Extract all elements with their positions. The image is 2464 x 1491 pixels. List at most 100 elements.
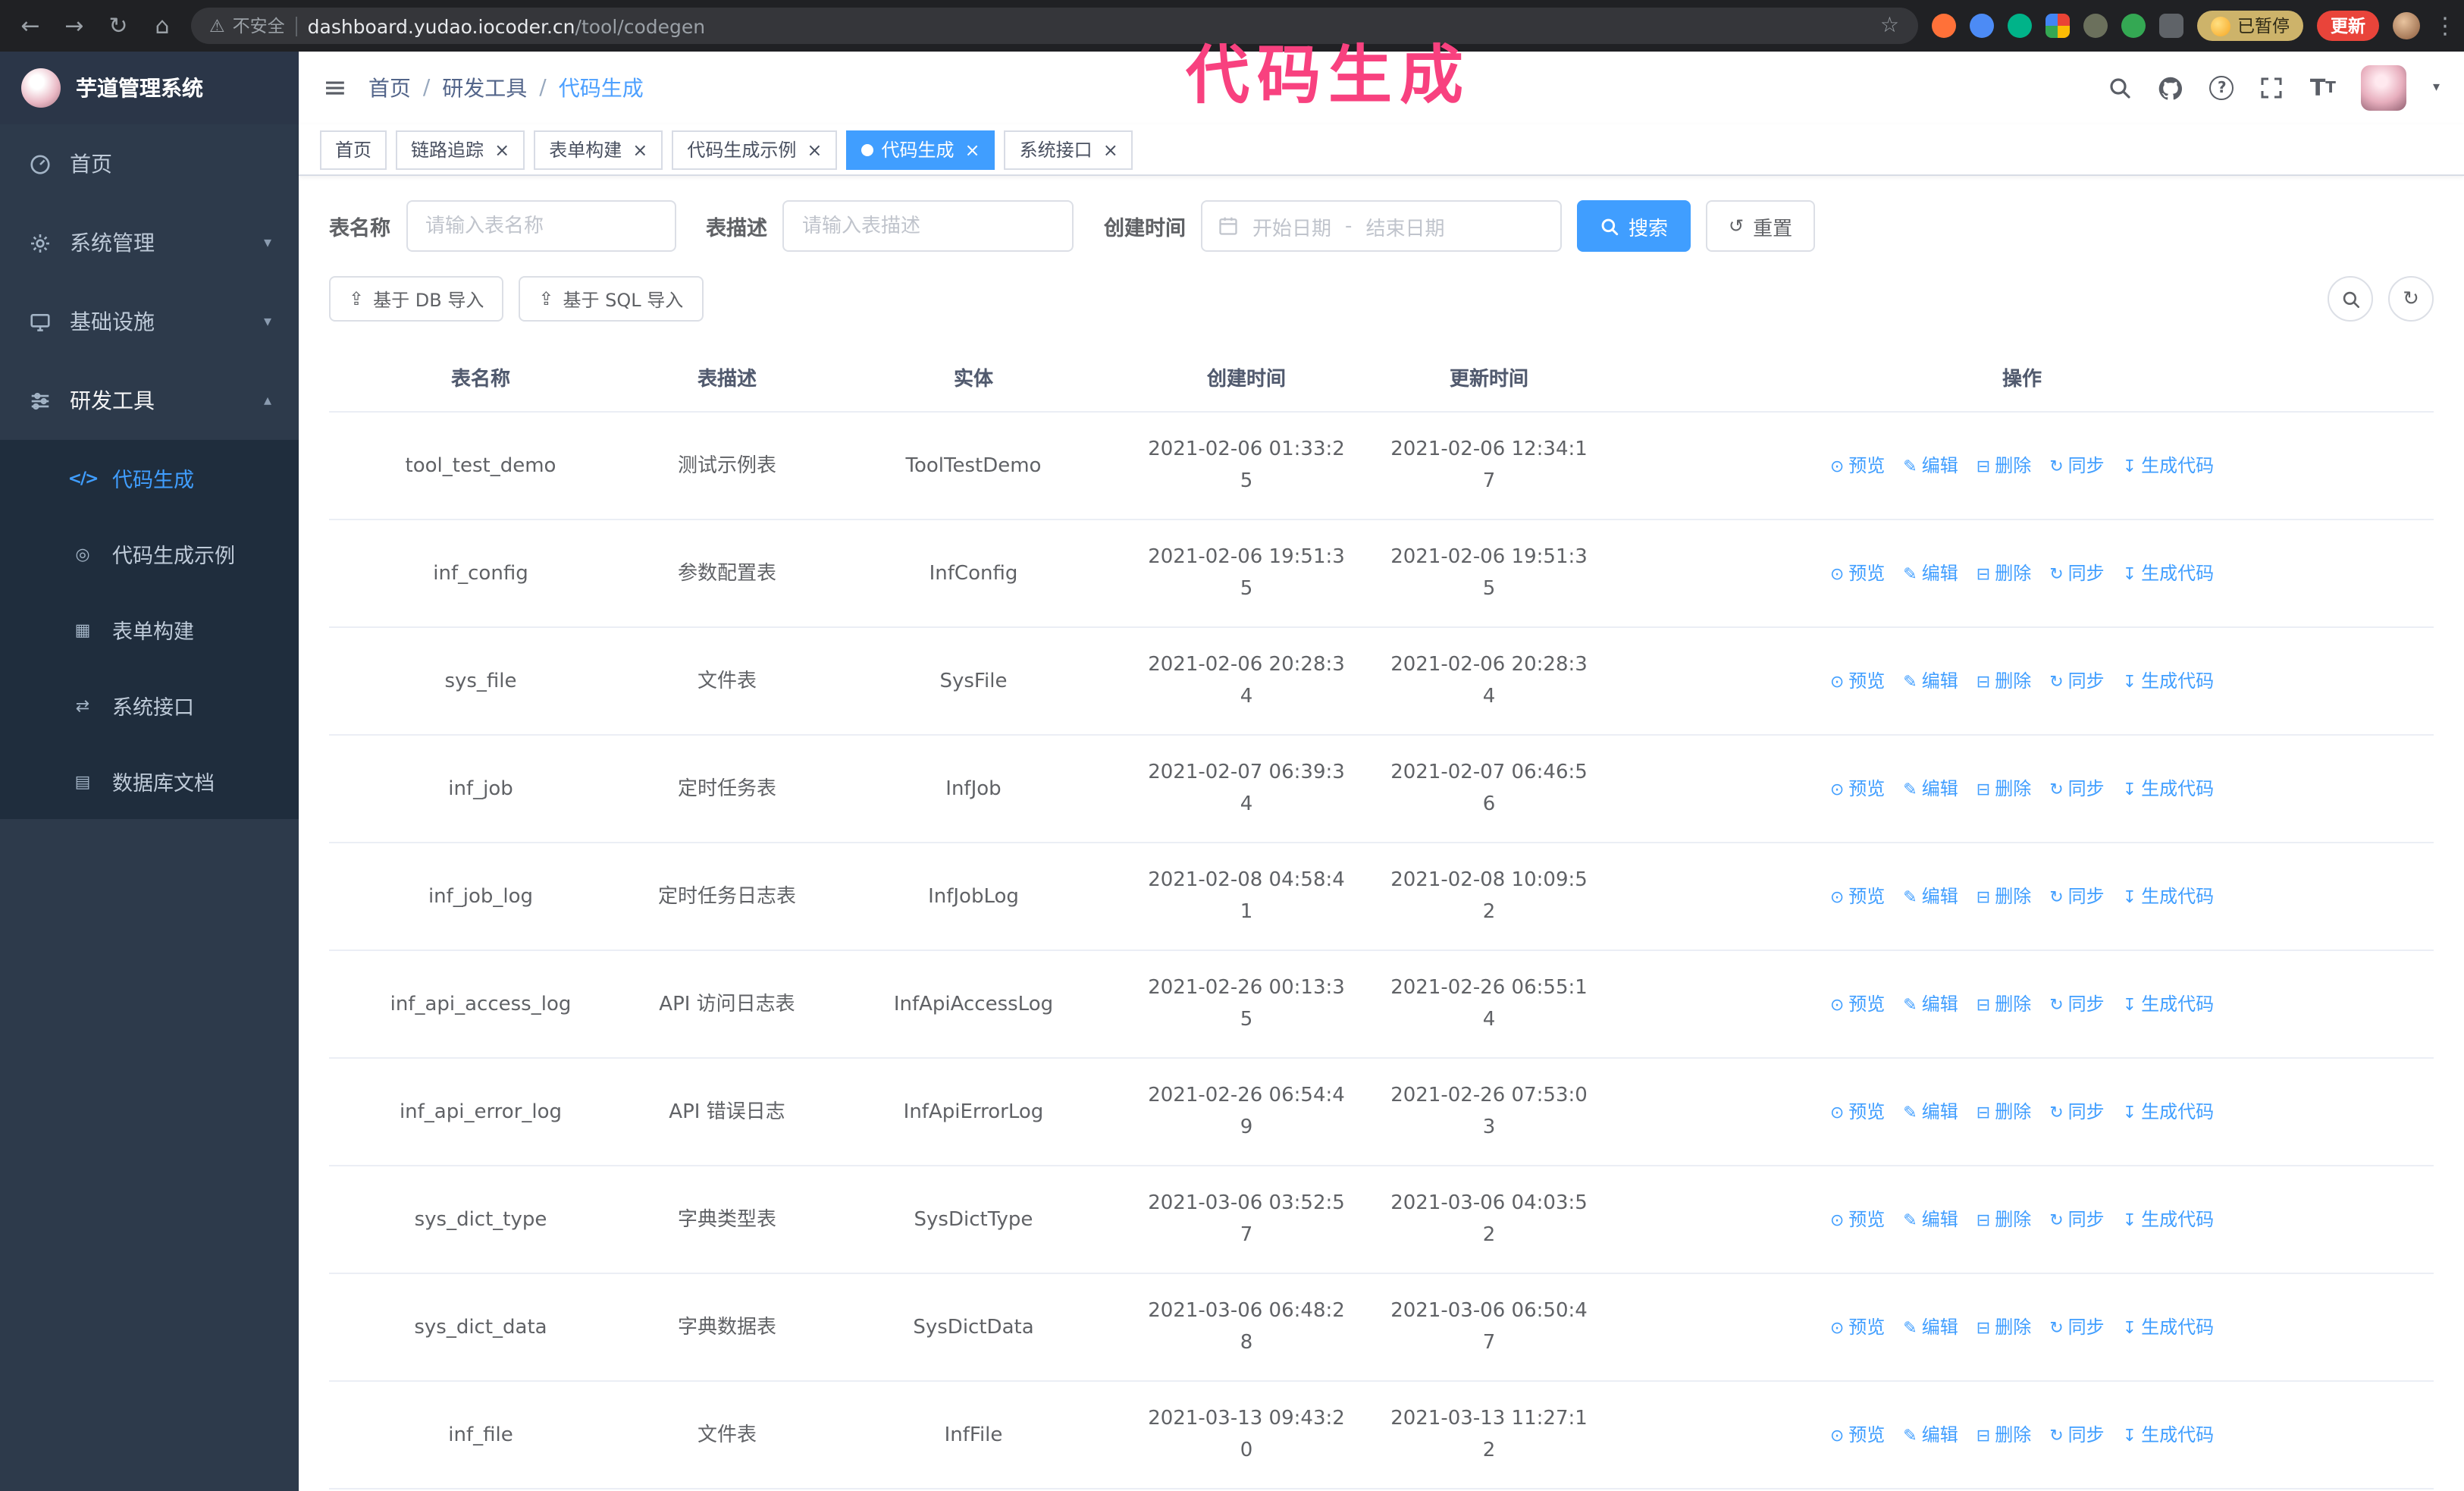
breadcrumb-home[interactable]: 首页 — [368, 73, 411, 103]
edit-link[interactable]: ✎ 编辑 — [1903, 773, 1958, 805]
tab-close-icon[interactable]: × — [632, 140, 647, 159]
table-name-input[interactable] — [406, 200, 676, 252]
delete-link[interactable]: ⊟ 删除 — [1977, 880, 2031, 912]
generate-link[interactable]: ↧ 生成代码 — [2123, 1311, 2214, 1343]
font-size-icon[interactable]: TT — [2310, 74, 2336, 102]
sync-link[interactable]: ↻ 同步 — [2049, 773, 2104, 805]
sidebar-item-devtools[interactable]: 研发工具 ▴ — [0, 361, 299, 440]
edit-link[interactable]: ✎ 编辑 — [1903, 1311, 1958, 1343]
preview-link[interactable]: ⊙ 预览 — [1830, 557, 1885, 589]
sync-link[interactable]: ↻ 同步 — [2049, 1419, 2104, 1451]
tab-close-icon[interactable]: × — [494, 140, 509, 159]
sync-link[interactable]: ↻ 同步 — [2049, 557, 2104, 589]
sidebar-item-db-doc[interactable]: ▤ 数据库文档 — [0, 743, 299, 819]
edit-link[interactable]: ✎ 编辑 — [1903, 880, 1958, 912]
sidebar-item-infra[interactable]: 基础设施 ▾ — [0, 282, 299, 361]
edit-link[interactable]: ✎ 编辑 — [1903, 988, 1958, 1020]
edit-link[interactable]: ✎ 编辑 — [1903, 665, 1958, 697]
sidebar-item-form-builder[interactable]: ▦ 表单构建 — [0, 592, 299, 667]
browser-profile-avatar[interactable] — [2393, 12, 2420, 39]
browser-reload-icon[interactable]: ↻ — [103, 12, 133, 39]
edit-link[interactable]: ✎ 编辑 — [1903, 1204, 1958, 1235]
generate-link[interactable]: ↧ 生成代码 — [2123, 1096, 2214, 1128]
reset-button[interactable]: ↺ 重置 — [1706, 200, 1816, 252]
import-sql-button[interactable]: ⇪ 基于 SQL 导入 — [519, 276, 704, 322]
preview-link[interactable]: ⊙ 预览 — [1830, 450, 1885, 482]
generate-link[interactable]: ↧ 生成代码 — [2123, 450, 2214, 482]
generate-link[interactable]: ↧ 生成代码 — [2123, 665, 2214, 697]
user-avatar[interactable] — [2361, 65, 2407, 111]
tab-close-icon[interactable]: × — [965, 140, 980, 159]
sync-link[interactable]: ↻ 同步 — [2049, 1311, 2104, 1343]
tab-close-icon[interactable]: × — [1103, 140, 1118, 159]
delete-link[interactable]: ⊟ 删除 — [1977, 1419, 2031, 1451]
browser-forward-icon[interactable]: → — [59, 12, 89, 39]
tab-codegen[interactable]: 代码生成 × — [846, 130, 995, 169]
preview-link[interactable]: ⊙ 预览 — [1830, 988, 1885, 1020]
extension-icon-5[interactable] — [2083, 14, 2107, 38]
preview-link[interactable]: ⊙ 预览 — [1830, 665, 1885, 697]
delete-link[interactable]: ⊟ 删除 — [1977, 557, 2031, 589]
show-search-toggle-button[interactable] — [2328, 276, 2373, 322]
update-button[interactable]: 更新 — [2317, 11, 2379, 41]
extension-icon-2[interactable] — [1969, 14, 1993, 38]
extension-icon-3[interactable] — [2007, 14, 2031, 38]
date-range-picker[interactable]: 开始日期 - 结束日期 — [1201, 200, 1562, 252]
preview-link[interactable]: ⊙ 预览 — [1830, 880, 1885, 912]
browser-back-icon[interactable]: ← — [15, 12, 45, 39]
edit-link[interactable]: ✎ 编辑 — [1903, 450, 1958, 482]
search-button[interactable]: 搜索 — [1577, 200, 1691, 252]
generate-link[interactable]: ↧ 生成代码 — [2123, 880, 2214, 912]
github-icon[interactable] — [2158, 75, 2184, 101]
delete-link[interactable]: ⊟ 删除 — [1977, 665, 2031, 697]
search-icon[interactable] — [2108, 76, 2133, 100]
sync-link[interactable]: ↻ 同步 — [2049, 1096, 2104, 1128]
sync-link[interactable]: ↻ 同步 — [2049, 880, 2104, 912]
generate-link[interactable]: ↧ 生成代码 — [2123, 773, 2214, 805]
preview-link[interactable]: ⊙ 预览 — [1830, 1096, 1885, 1128]
fullscreen-icon[interactable] — [2260, 76, 2284, 100]
preview-link[interactable]: ⊙ 预览 — [1830, 1419, 1885, 1451]
sidebar-item-system-api[interactable]: ⇄ 系统接口 — [0, 667, 299, 743]
preview-link[interactable]: ⊙ 预览 — [1830, 773, 1885, 805]
tab-system-api[interactable]: 系统接口 × — [1004, 130, 1133, 169]
table-desc-input[interactable] — [782, 200, 1074, 252]
help-icon[interactable]: ? — [2209, 76, 2234, 100]
edit-link[interactable]: ✎ 编辑 — [1903, 1419, 1958, 1451]
generate-link[interactable]: ↧ 生成代码 — [2123, 1419, 2214, 1451]
address-bar[interactable]: ⚠ 不安全 dashboard.yudao.iocoder.cn/tool/co… — [191, 8, 1917, 44]
sync-link[interactable]: ↻ 同步 — [2049, 1204, 2104, 1235]
sync-link[interactable]: ↻ 同步 — [2049, 450, 2104, 482]
tab-tracing[interactable]: 链路追踪 × — [396, 130, 525, 169]
sidebar-item-system[interactable]: 系统管理 ▾ — [0, 203, 299, 282]
delete-link[interactable]: ⊟ 删除 — [1977, 1204, 2031, 1235]
browser-home-icon[interactable]: ⌂ — [147, 12, 177, 39]
app-logo[interactable]: 芋道管理系统 — [0, 52, 299, 124]
preview-link[interactable]: ⊙ 预览 — [1830, 1204, 1885, 1235]
bookmark-star-icon[interactable]: ☆ — [1880, 14, 1899, 38]
sidebar-item-codegen[interactable]: </> 代码生成 — [0, 440, 299, 516]
delete-link[interactable]: ⊟ 删除 — [1977, 450, 2031, 482]
import-db-button[interactable]: ⇪ 基于 DB 导入 — [329, 276, 504, 322]
tab-form-builder[interactable]: 表单构建 × — [534, 130, 663, 169]
delete-link[interactable]: ⊟ 删除 — [1977, 988, 2031, 1020]
security-indicator[interactable]: ⚠ 不安全 — [209, 14, 285, 38]
tab-codegen-example[interactable]: 代码生成示例 × — [672, 130, 838, 169]
generate-link[interactable]: ↧ 生成代码 — [2123, 557, 2214, 589]
sidebar-item-codegen-example[interactable]: ◎ 代码生成示例 — [0, 516, 299, 592]
extension-icon-1[interactable] — [1931, 14, 1955, 38]
sync-link[interactable]: ↻ 同步 — [2049, 665, 2104, 697]
generate-link[interactable]: ↧ 生成代码 — [2123, 988, 2214, 1020]
delete-link[interactable]: ⊟ 删除 — [1977, 1311, 2031, 1343]
delete-link[interactable]: ⊟ 删除 — [1977, 1096, 2031, 1128]
generate-link[interactable]: ↧ 生成代码 — [2123, 1204, 2214, 1235]
extension-icon-4[interactable] — [2045, 14, 2069, 38]
sync-link[interactable]: ↻ 同步 — [2049, 988, 2104, 1020]
edit-link[interactable]: ✎ 编辑 — [1903, 1096, 1958, 1128]
preview-link[interactable]: ⊙ 预览 — [1830, 1311, 1885, 1343]
avatar-caret-icon[interactable]: ▾ — [2433, 80, 2440, 96]
extensions-puzzle-icon[interactable] — [2158, 14, 2183, 38]
breadcrumb-devtools[interactable]: 研发工具 — [442, 73, 527, 103]
refresh-button[interactable]: ↻ — [2388, 276, 2434, 322]
edit-link[interactable]: ✎ 编辑 — [1903, 557, 1958, 589]
